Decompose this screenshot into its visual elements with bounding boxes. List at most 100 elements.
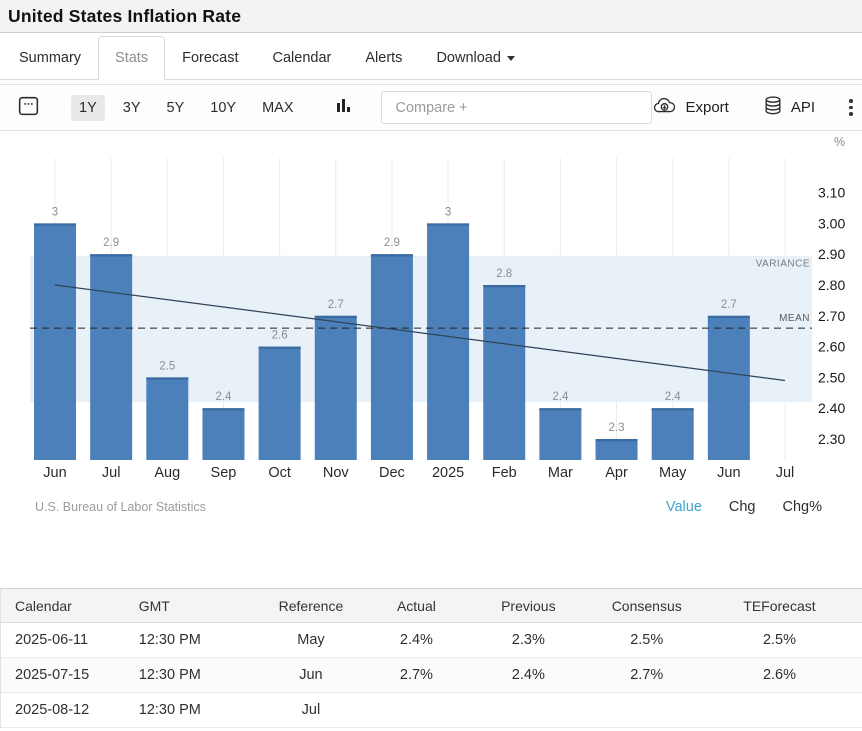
x-axis-label: May	[659, 465, 687, 481]
x-axis-label: Jul	[776, 465, 795, 481]
bar-top-edge	[371, 254, 413, 256]
bar-jun-12[interactable]	[708, 316, 750, 460]
column-header-previous: Previous	[470, 598, 586, 614]
table-row[interactable]: 2025-07-1512:30 PMJun2.7%2.4%2.7%2.6%	[1, 658, 862, 693]
table-cell: 12:30 PM	[139, 632, 260, 648]
bar-value-label: 2.3	[609, 422, 625, 434]
x-axis-label: Jun	[43, 465, 66, 481]
bar-value-label: 2.5	[159, 360, 175, 372]
table-cell: 2.7%	[586, 667, 707, 683]
bar-value-label: 2.9	[103, 237, 119, 249]
x-axis-label: Feb	[492, 465, 517, 481]
tab-forecast[interactable]: Forecast	[165, 36, 255, 80]
x-axis-label: Jul	[102, 465, 121, 481]
range-button-max[interactable]: MAX	[254, 95, 301, 121]
bar-value-label: 3	[445, 206, 451, 218]
bar-apr-10[interactable]	[596, 439, 638, 460]
inflation-bar-chart[interactable]: %2.302.402.502.602.702.802.903.003.1032.…	[0, 130, 862, 486]
bar-top-edge	[202, 408, 244, 410]
bar-value-label: 2.7	[721, 299, 737, 311]
table-row[interactable]: 2025-08-1212:30 PMJul	[1, 693, 862, 728]
more-options-button[interactable]	[845, 95, 857, 120]
range-selector: 1Y 3Y 5Y 10Y MAX	[71, 95, 301, 121]
tab-alerts[interactable]: Alerts	[348, 36, 419, 80]
tab-label: Download	[436, 50, 501, 66]
chart-footer: U.S. Bureau of Labor Statistics Value Chg…	[0, 494, 862, 520]
kebab-menu-icon	[849, 99, 853, 103]
column-header-actual: Actual	[363, 598, 471, 614]
table-header-row: CalendarGMTReferenceActualPreviousConsen…	[1, 589, 862, 623]
bar-value-label: 2.4	[552, 391, 569, 403]
bar-top-edge	[539, 408, 581, 410]
bar-top-edge	[34, 223, 76, 225]
tab-stats[interactable]: Stats	[98, 36, 165, 80]
bar-oct-4[interactable]	[259, 347, 301, 460]
bar-top-edge	[259, 347, 301, 349]
bar-top-edge	[90, 254, 132, 256]
range-button-1y[interactable]: 1Y	[71, 95, 105, 121]
bar-value-label: 2.9	[384, 237, 400, 249]
bar-chart-icon	[335, 96, 353, 119]
series-link-value[interactable]: Value	[666, 499, 702, 515]
table-cell: May	[259, 632, 362, 648]
table-cell: 2.5%	[586, 632, 707, 648]
table-cell: 2025-06-11	[1, 632, 139, 648]
y-axis-tick-label: 3.10	[818, 185, 845, 201]
bar-2025-7[interactable]	[427, 223, 469, 460]
bar-may-11[interactable]	[652, 408, 694, 460]
table-cell: 2025-08-12	[1, 702, 139, 718]
bar-value-label: 3	[52, 206, 58, 218]
bar-jul-1[interactable]	[90, 254, 132, 460]
bar-top-edge	[596, 439, 638, 441]
series-link-chg[interactable]: Chg	[729, 499, 756, 515]
api-button[interactable]: API	[763, 95, 815, 121]
range-button-10y[interactable]: 10Y	[202, 95, 244, 121]
tab-label: Forecast	[182, 50, 238, 66]
compare-field-wrap	[381, 91, 652, 124]
table-cell: 2.4%	[363, 632, 471, 648]
bar-value-label: 2.4	[665, 391, 682, 403]
tab-summary[interactable]: Summary	[2, 36, 98, 80]
bar-feb-8[interactable]	[483, 285, 525, 460]
tab-download[interactable]: Download	[419, 36, 532, 80]
bar-value-label: 2.8	[496, 268, 512, 280]
bar-top-edge	[315, 316, 357, 318]
data-source-label: U.S. Bureau of Labor Statistics	[35, 500, 206, 514]
bar-jun-0[interactable]	[34, 223, 76, 460]
bar-sep-3[interactable]	[202, 408, 244, 460]
calendar-range-button[interactable]	[16, 93, 41, 123]
bar-top-edge	[146, 377, 188, 379]
series-link-chgpct[interactable]: Chg%	[783, 499, 823, 515]
table-cell: Jun	[259, 667, 362, 683]
range-button-3y[interactable]: 3Y	[115, 95, 149, 121]
x-axis-label: 2025	[432, 465, 464, 481]
table-cell: 2025-07-15	[1, 667, 139, 683]
x-axis-label: Nov	[323, 465, 350, 481]
column-header-calendar: Calendar	[1, 598, 139, 614]
y-axis-tick-label: 2.90	[818, 246, 845, 262]
x-axis-label: Sep	[211, 465, 237, 481]
column-header-reference: Reference	[259, 598, 362, 614]
bar-mar-9[interactable]	[539, 408, 581, 460]
bar-top-edge	[652, 408, 694, 410]
chart-type-button[interactable]	[335, 96, 353, 119]
series-mode-links: Value Chg Chg%	[666, 499, 822, 515]
export-label: Export	[685, 99, 728, 116]
bar-nov-5[interactable]	[315, 316, 357, 460]
table-row[interactable]: 2025-06-1112:30 PMMay2.4%2.3%2.5%2.5%	[1, 623, 862, 658]
bar-dec-6[interactable]	[371, 254, 413, 460]
toolbar-right: Export API	[652, 95, 856, 121]
range-button-5y[interactable]: 5Y	[159, 95, 193, 121]
y-axis-tick-label: 3.00	[818, 215, 845, 231]
chart-toolbar: 1Y 3Y 5Y 10Y MAX Export	[0, 84, 862, 131]
tab-calendar[interactable]: Calendar	[256, 36, 349, 80]
x-axis-label: Mar	[548, 465, 573, 481]
tab-label: Calendar	[273, 50, 332, 66]
mean-label: MEAN	[779, 313, 810, 324]
export-button[interactable]: Export	[652, 96, 728, 119]
table-cell: 2.3%	[470, 632, 586, 648]
compare-input[interactable]	[381, 91, 652, 124]
cloud-download-icon	[652, 96, 677, 119]
bar-top-edge	[483, 285, 525, 287]
bar-aug-2[interactable]	[146, 377, 188, 460]
